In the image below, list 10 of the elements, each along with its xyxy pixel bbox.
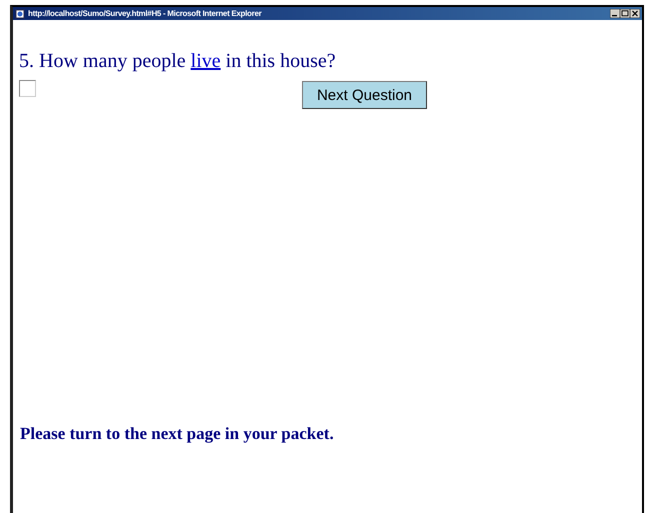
footer-instruction: Please turn to the next page in your packet.	[19, 424, 335, 444]
window-title: http://localhost/Sumo/Survey.html#H5 - Microsoft Internet Explorer	[28, 9, 262, 18]
minimize-icon[interactable]	[610, 9, 620, 18]
maximize-icon[interactable]	[620, 9, 630, 18]
answer-checkbox[interactable]	[19, 80, 36, 97]
next-question-button[interactable]: Next Question	[302, 81, 427, 109]
page-icon	[15, 8, 25, 18]
close-icon[interactable]	[630, 9, 640, 18]
question-text: 5. How many people live in this house?	[19, 50, 337, 73]
live-link[interactable]: live	[190, 50, 221, 72]
